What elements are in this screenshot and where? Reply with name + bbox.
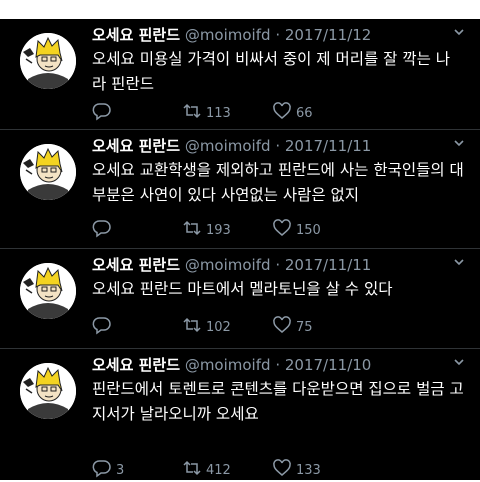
separator: ·: [275, 356, 281, 374]
display-name[interactable]: 오세요 핀란드: [92, 137, 180, 155]
user-handle[interactable]: @moimoifd: [185, 26, 271, 44]
reply-button[interactable]: [92, 218, 116, 242]
retweet-button[interactable]: 412: [182, 458, 231, 482]
avatar-image: [20, 363, 76, 419]
retweet-button[interactable]: 193: [182, 218, 231, 242]
user-handle[interactable]: @moimoifd: [185, 356, 271, 374]
like-count: 75: [296, 319, 313, 335]
like-button[interactable]: 66: [272, 101, 313, 125]
tweet[interactable]: 오세요 핀란드 @moimoifd · 2017/11/10 핀란드에서 토렌트…: [0, 349, 480, 480]
reply-button[interactable]: [92, 315, 116, 339]
chevron-down-icon[interactable]: [452, 255, 466, 273]
tweet-actions: 3 412 133: [92, 458, 452, 482]
tweet-text: 오세요 미용실 가격이 비싸서 중이 제 머리를 잘 깍는 나라 핀란드: [92, 50, 451, 93]
like-count: 150: [296, 222, 321, 238]
retweet-icon: [182, 315, 202, 339]
tweet-text: 오세요 핀란드 마트에서 멜라토닌을 살 수 있다: [92, 280, 393, 298]
like-count: 66: [296, 105, 313, 121]
tweet-date[interactable]: 2017/11/10: [285, 356, 371, 374]
separator: ·: [275, 26, 281, 44]
retweet-icon: [182, 218, 202, 242]
reply-count: 3: [116, 462, 125, 478]
reply-icon: [92, 458, 112, 482]
tweet-header: 오세요 핀란드 @moimoifd · 2017/11/11: [92, 255, 371, 275]
chevron-down-icon[interactable]: [452, 136, 466, 154]
retweet-icon: [182, 458, 202, 482]
avatar-image: [20, 33, 76, 89]
display-name[interactable]: 오세요 핀란드: [92, 26, 180, 44]
retweet-count: 412: [206, 462, 231, 478]
reply-button[interactable]: 3: [92, 458, 124, 482]
user-handle[interactable]: @moimoifd: [185, 137, 271, 155]
user-handle[interactable]: @moimoifd: [185, 256, 271, 274]
heart-icon: [272, 458, 292, 482]
tweet-actions: 193 150: [92, 218, 452, 242]
display-name[interactable]: 오세요 핀란드: [92, 356, 180, 374]
retweet-button[interactable]: 113: [182, 101, 231, 125]
heart-icon: [272, 315, 292, 339]
like-button[interactable]: 75: [272, 315, 313, 339]
heart-icon: [272, 101, 292, 125]
tweet-date[interactable]: 2017/11/11: [285, 137, 371, 155]
retweet-count: 193: [206, 222, 231, 238]
tweet-header: 오세요 핀란드 @moimoifd · 2017/11/12: [92, 25, 371, 45]
like-button[interactable]: 133: [272, 458, 321, 482]
avatar[interactable]: [20, 33, 76, 89]
like-button[interactable]: 150: [272, 218, 321, 242]
tweet-header: 오세요 핀란드 @moimoifd · 2017/11/10: [92, 355, 371, 375]
avatar-image: [20, 144, 76, 200]
reply-icon: [92, 315, 112, 339]
avatar[interactable]: [20, 144, 76, 200]
tweet-date[interactable]: 2017/11/11: [285, 256, 371, 274]
retweet-icon: [182, 101, 202, 125]
heart-icon: [272, 218, 292, 242]
tweet[interactable]: 오세요 핀란드 @moimoifd · 2017/11/11 오세요 교환학생을…: [0, 130, 480, 249]
separator: ·: [275, 256, 281, 274]
reply-button[interactable]: [92, 101, 116, 125]
avatar-image: [20, 263, 76, 319]
tweet-text: 오세요 교환학생을 제외하고 핀란드에 사는 한국인들의 대부분은 사연이 있다…: [92, 161, 464, 204]
tweet-actions: 113 66: [92, 101, 452, 125]
separator: ·: [275, 137, 281, 155]
tweet-actions: 102 75: [92, 315, 452, 339]
avatar[interactable]: [20, 363, 76, 419]
reply-icon: [92, 218, 112, 242]
avatar[interactable]: [20, 263, 76, 319]
timeline-feed: 오세요 핀란드 @moimoifd · 2017/11/12 오세요 미용실 가…: [0, 19, 480, 480]
chevron-down-icon[interactable]: [452, 25, 466, 43]
tweet-date[interactable]: 2017/11/12: [285, 26, 371, 44]
reply-icon: [92, 101, 112, 125]
chevron-down-icon[interactable]: [452, 355, 466, 373]
display-name[interactable]: 오세요 핀란드: [92, 256, 180, 274]
retweet-count: 102: [206, 319, 231, 335]
like-count: 133: [296, 462, 321, 478]
retweet-count: 113: [206, 105, 231, 121]
tweet[interactable]: 오세요 핀란드 @moimoifd · 2017/11/12 오세요 미용실 가…: [0, 19, 480, 130]
retweet-button[interactable]: 102: [182, 315, 231, 339]
tweet-text: 핀란드에서 토렌트로 콘텐츠를 다운받으면 집으로 벌금 고지서가 날라오니까 …: [92, 380, 464, 423]
tweet[interactable]: 오세요 핀란드 @moimoifd · 2017/11/11 오세요 핀란드 마…: [0, 249, 480, 349]
tweet-header: 오세요 핀란드 @moimoifd · 2017/11/11: [92, 136, 371, 156]
